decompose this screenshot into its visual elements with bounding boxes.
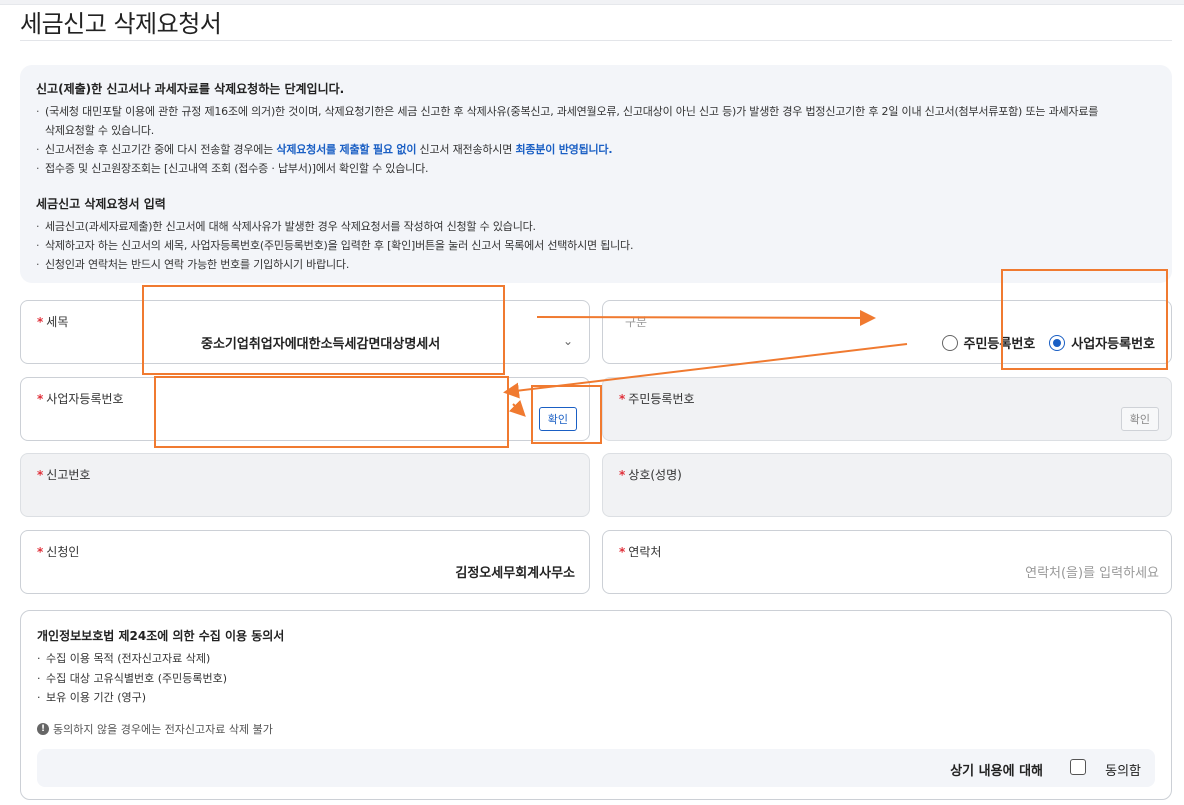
info-bullet: 신고서전송 후 신고기간 중에 다시 전송할 경우에는 삭제요청서를 제출할 필… <box>36 140 1156 159</box>
resident-no-label: * 주민등록번호 <box>619 392 695 406</box>
report-no-label: * 신고번호 <box>37 468 91 482</box>
agree-bar: 상기 내용에 대해 동의함 <box>37 749 1155 787</box>
applicant-field[interactable]: * 신청인 김정오세무회계사무소 <box>20 530 590 594</box>
contact-field[interactable]: * 연락처 연락처(을)를 입력하세요 <box>602 530 1172 594</box>
applicant-label: * 신청인 <box>37 545 80 559</box>
info-heading-2: 세금신고 삭제요청서 입력 <box>36 197 166 211</box>
info-bullet: (국세청 대민포탈 이용에 관한 규정 제16조에 의거)한 것이며, 삭제요청… <box>36 102 1156 140</box>
highlight-text: 삭제요청서를 제출할 필요 없이 <box>276 143 417 156</box>
consent-bullet: 수집 이용 목적 (전자신고자료 삭제) <box>37 649 1155 669</box>
business-no-label: * 사업자등록번호 <box>37 392 124 406</box>
chevron-down-icon: ⌄ <box>562 334 573 348</box>
title-divider <box>20 40 1172 41</box>
business-no-field[interactable]: * 사업자등록번호 확인 <box>20 377 590 441</box>
tax-item-value: 중소기업취업자에대한소득세감면대상명세서 <box>201 337 441 352</box>
type-radio-group: 주민등록번호 사업자등록번호 <box>941 333 1155 352</box>
radio-business-no[interactable]: 사업자등록번호 <box>1049 333 1155 352</box>
type-label: 구분 <box>625 315 648 329</box>
agree-label[interactable]: 동의함 <box>1105 760 1141 779</box>
tax-item-label: * 세목 <box>37 315 69 329</box>
radio-icon[interactable] <box>941 334 958 351</box>
contact-placeholder[interactable]: 연락처(을)를 입력하세요 <box>1025 562 1159 581</box>
consent-notice: ! 동의하지 않을 경우에는 전자신고자료 삭제 불가 <box>37 721 1155 737</box>
report-no-field: * 신고번호 <box>20 453 590 517</box>
company-label: * 상호(성명) <box>619 468 682 482</box>
info-bullet: 삭제하고자 하는 신고서의 세목, 사업자등록번호(주민등록번호)을 입력한 후… <box>36 236 1156 255</box>
tax-item-select[interactable]: * 세목 중소기업취업자에대한소득세감면대상명세서 ⌄ <box>20 300 590 364</box>
highlight-text: 최종분이 반영됩니다. <box>515 143 613 156</box>
resident-no-field: * 주민등록번호 확인 <box>602 377 1172 441</box>
type-field: 구분 주민등록번호 사업자등록번호 <box>602 300 1172 364</box>
info-heading-1: 신고(제출)한 신고서나 과세자료를 삭제요청하는 단계입니다. <box>36 82 345 96</box>
applicant-value: 김정오세무회계사무소 <box>455 566 575 581</box>
consent-panel: 개인정보보호법 제24조에 의한 수집 이용 동의서 수집 이용 목적 (전자신… <box>20 610 1172 800</box>
info-bullet: 접수증 및 신고원장조회는 [신고내역 조회 (접수증 · 납부서)]에서 확인… <box>36 159 1156 178</box>
radio-selected-icon[interactable] <box>1049 334 1066 351</box>
radio-resident-no[interactable]: 주민등록번호 <box>941 333 1035 352</box>
consent-bullet: 보유 이용 기간 (영구) <box>37 688 1155 708</box>
info-icon: ! <box>37 722 49 735</box>
page-title: 세금신고 삭제요청서 <box>20 10 222 38</box>
consent-heading: 개인정보보호법 제24조에 의한 수집 이용 동의서 <box>37 629 285 643</box>
info-panel: 신고(제출)한 신고서나 과세자료를 삭제요청하는 단계입니다. (국세청 대민… <box>20 65 1172 283</box>
agree-checkbox[interactable] <box>1070 759 1086 775</box>
consent-bullet: 수집 대상 고유식별번호 (주민등록번호) <box>37 669 1155 689</box>
info-bullet: 신청인과 연락처는 반드시 연락 가능한 번호를 기입하시기 바랍니다. <box>36 255 1156 274</box>
company-field: * 상호(성명) <box>602 453 1172 517</box>
contact-label: * 연락처 <box>619 545 662 559</box>
business-no-confirm-button[interactable]: 확인 <box>538 407 577 431</box>
info-bullet: 세금신고(과세자료제출)한 신고서에 대해 삭제사유가 발생한 경우 삭제요청서… <box>36 217 1156 236</box>
resident-no-confirm-button: 확인 <box>1120 407 1159 431</box>
agree-text: 상기 내용에 대해 <box>950 764 1043 779</box>
